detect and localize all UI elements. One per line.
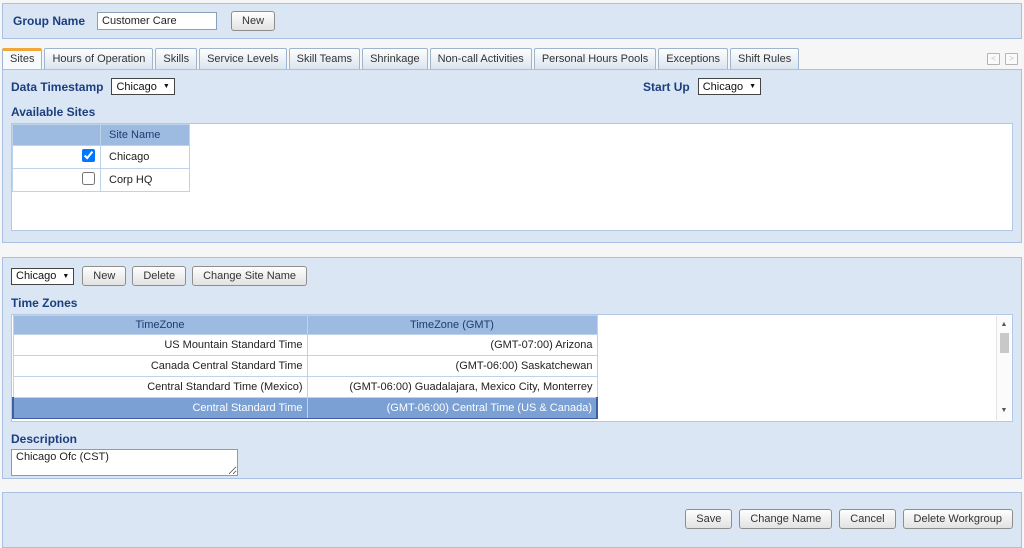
timezone-gmt-cell: (GMT-07:00) Arizona <box>307 335 597 356</box>
data-timestamp-label: Data Timestamp <box>11 80 103 94</box>
time-zone-row[interactable]: US Mountain Standard Time(GMT-07:00) Ari… <box>13 335 597 356</box>
tab-skills[interactable]: Skills <box>155 48 197 69</box>
start-up-select[interactable]: Chicago ▼ <box>698 78 761 95</box>
description-input[interactable]: Chicago Ofc (CST) <box>11 449 238 476</box>
time-zones-tbody: US Mountain Standard Time(GMT-07:00) Ari… <box>13 335 597 419</box>
cancel-button[interactable]: Cancel <box>839 509 895 529</box>
timezone-gmt-cell: (GMT-06:00) Saskatchewan <box>307 356 597 377</box>
tab-hours-of-operation[interactable]: Hours of Operation <box>44 48 153 69</box>
save-button[interactable]: Save <box>685 509 732 529</box>
dropdown-arrow-icon: ▼ <box>749 83 756 90</box>
time-zone-row[interactable]: Canada Central Standard Time(GMT-06:00) … <box>13 356 597 377</box>
group-name-label: Group Name <box>13 14 85 28</box>
tab-personal-hours-pools[interactable]: Personal Hours Pools <box>534 48 656 69</box>
dropdown-arrow-icon: ▼ <box>163 83 170 90</box>
site-name-cell: Chicago <box>101 146 190 169</box>
data-timestamp-select[interactable]: Chicago ▼ <box>111 78 174 95</box>
tab-scroll-left-icon[interactable]: < <box>987 53 1000 65</box>
tab-sites[interactable]: Sites <box>2 48 42 69</box>
new-site-button[interactable]: New <box>82 266 126 286</box>
tab-shrinkage[interactable]: Shrinkage <box>362 48 428 69</box>
site-select[interactable]: Chicago ▼ <box>11 268 74 285</box>
tab-shift-rules[interactable]: Shift Rules <box>730 48 799 69</box>
timezone-gmt-column-header: TimeZone (GMT) <box>307 316 597 335</box>
start-up-value: Chicago <box>703 81 743 93</box>
tab-bar: SitesHours of OperationSkillsService Lev… <box>2 46 1022 69</box>
timezone-cell: Canada Central Standard Time <box>13 356 307 377</box>
time-zone-row-selected[interactable]: Central Standard Time(GMT-06:00) Central… <box>13 398 597 419</box>
available-sites-table: Site Name ChicagoCorp HQ <box>12 124 190 192</box>
timezone-cell: Central Standard Time (Mexico) <box>13 377 307 398</box>
available-sites-container: Site Name ChicagoCorp HQ <box>11 123 1013 231</box>
site-name-column-header: Site Name <box>101 125 190 146</box>
site-row: Chicago <box>13 146 190 169</box>
timezone-gmt-cell: (GMT-06:00) Guadalajara, Mexico City, Mo… <box>307 377 597 398</box>
tab-scroll-right-icon[interactable]: > <box>1005 53 1018 65</box>
start-up-label: Start Up <box>643 80 690 94</box>
group-name-panel: Group Name New <box>2 3 1022 39</box>
scrollbar-thumb[interactable] <box>1000 333 1009 353</box>
tab-service-levels[interactable]: Service Levels <box>199 48 287 69</box>
tab-strip: SitesHours of OperationSkillsService Lev… <box>2 48 801 69</box>
tab-non-call-activities[interactable]: Non-call Activities <box>430 48 532 69</box>
time-zones-table: TimeZone TimeZone (GMT) US Mountain Stan… <box>12 315 598 419</box>
change-site-name-button[interactable]: Change Site Name <box>192 266 307 286</box>
site-detail-panel: Chicago ▼ New Delete Change Site Name Ti… <box>2 257 1022 479</box>
site-name-cell: Corp HQ <box>101 169 190 192</box>
footer-panel: Save Change Name Cancel Delete Workgroup <box>2 492 1022 548</box>
group-name-input[interactable] <box>97 12 217 30</box>
timezone-cell: Central Standard Time <box>13 398 307 419</box>
tab-exceptions[interactable]: Exceptions <box>658 48 728 69</box>
description-label: Description <box>11 432 1013 446</box>
time-zones-heading: Time Zones <box>11 296 1013 310</box>
site-checkbox-cell <box>13 146 101 169</box>
available-sites-heading: Available Sites <box>11 105 1013 119</box>
new-group-button[interactable]: New <box>231 11 275 31</box>
time-zones-header-row: TimeZone TimeZone (GMT) <box>13 316 597 335</box>
site-checkbox-cell <box>13 169 101 192</box>
delete-workgroup-button[interactable]: Delete Workgroup <box>903 509 1013 529</box>
change-name-button[interactable]: Change Name <box>739 509 832 529</box>
site-checkbox[interactable] <box>82 149 95 162</box>
timezone-cell: US Mountain Standard Time <box>13 335 307 356</box>
scrollbar-down-icon[interactable]: ▼ <box>1001 406 1008 416</box>
scrollbar-up-icon[interactable]: ▲ <box>1001 320 1008 330</box>
time-zones-container: TimeZone TimeZone (GMT) US Mountain Stan… <box>11 314 1013 422</box>
site-select-value: Chicago <box>16 270 56 282</box>
data-timestamp-value: Chicago <box>116 81 156 93</box>
time-zones-scrollbar[interactable]: ▲ ▼ <box>996 316 1011 420</box>
sites-tab-panel: Data Timestamp Chicago ▼ Start Up Chicag… <box>2 69 1022 243</box>
checkbox-column-header <box>13 125 101 146</box>
time-zone-row[interactable]: Central Standard Time (Mexico)(GMT-06:00… <box>13 377 597 398</box>
tab-skill-teams[interactable]: Skill Teams <box>289 48 360 69</box>
timezone-gmt-cell: (GMT-06:00) Central Time (US & Canada) <box>307 398 597 419</box>
delete-site-button[interactable]: Delete <box>132 266 186 286</box>
available-sites-tbody: ChicagoCorp HQ <box>13 146 190 192</box>
dropdown-arrow-icon: ▼ <box>62 273 69 280</box>
site-row: Corp HQ <box>13 169 190 192</box>
site-checkbox[interactable] <box>82 172 95 185</box>
available-sites-header-row: Site Name <box>13 125 190 146</box>
timezone-column-header: TimeZone <box>13 316 307 335</box>
tab-scrollers: < > <box>985 52 1018 65</box>
